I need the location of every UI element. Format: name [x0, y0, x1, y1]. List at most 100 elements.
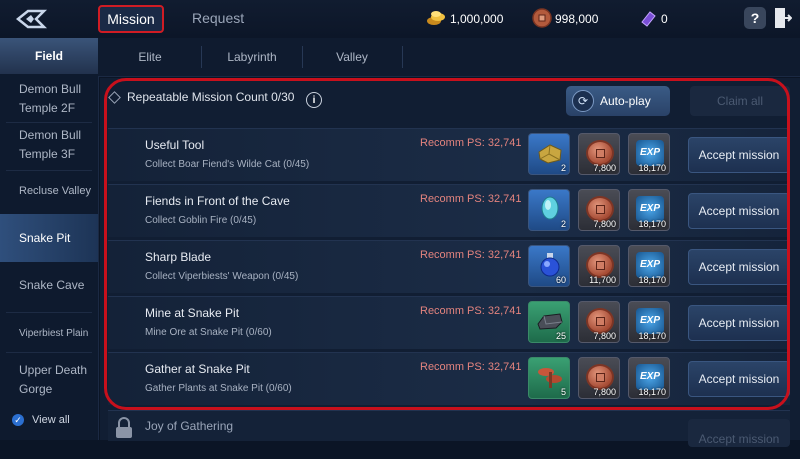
mission-title: Joy of Gathering — [145, 419, 234, 433]
locked-mission-row: Joy of Gathering Accept mission — [108, 410, 790, 447]
item-count: 60 — [555, 275, 566, 285]
accept-mission-button[interactable]: Accept mission — [688, 361, 790, 397]
accept-mission-button-disabled[interactable]: Accept mission — [688, 419, 790, 447]
mission-description: Gather Plants at Snake Pit (0/60) — [145, 383, 292, 394]
mission-description: Collect Goblin Fire (0/45) — [145, 215, 257, 226]
view-all-toggle[interactable]: ✓ View all — [12, 414, 70, 427]
sidebar-divider — [6, 312, 92, 313]
reward-coin-slot[interactable]: 7,800 — [578, 189, 620, 231]
sidebar-item-recluse-valley[interactable]: Recluse Valley — [0, 182, 98, 202]
sidebar-item-viperbiest-plain[interactable]: Viperbiest Plain — [0, 324, 98, 344]
accept-mission-button[interactable]: Accept mission — [688, 193, 790, 229]
top-bar: Mission Request 1,000,000 998,000 0 ? — [0, 0, 800, 39]
reward-coin-slot[interactable]: 7,800 — [578, 357, 620, 399]
blue-crystal-icon — [541, 196, 559, 220]
sidebar-item-demon-bull-temple-2f[interactable]: Demon Bull Temple 2F — [0, 80, 98, 120]
item-count: 2 — [560, 219, 566, 229]
sidebar-item-demon-bull-temple-3f[interactable]: Demon Bull Temple 3F — [0, 126, 98, 166]
reward-exp-slot[interactable]: EXP 18,170 — [628, 189, 670, 231]
mission-title: Fiends in Front of the Cave — [145, 194, 290, 208]
recommended-ps: Recomm PS: 32,741 — [420, 137, 522, 149]
recommended-ps: Recomm PS: 32,741 — [420, 361, 522, 373]
exit-icon[interactable] — [774, 7, 792, 29]
sidebar-divider — [6, 122, 92, 123]
reward-exp-slot[interactable]: EXP 18,170 — [628, 357, 670, 399]
help-button[interactable]: ? — [744, 7, 766, 29]
tab-labyrinth[interactable]: Labyrinth — [202, 38, 302, 76]
gold-amount: 1,000,000 — [450, 12, 504, 26]
item-count: 2 — [560, 163, 566, 173]
recommended-ps: Recomm PS: 32,741 — [420, 305, 522, 317]
back-arrow-icon[interactable] — [14, 7, 48, 31]
coin-amount: 7,800 — [593, 387, 616, 397]
coin-amount: 7,800 — [593, 331, 616, 341]
sidebar-item-snake-pit[interactable]: Snake Pit — [0, 214, 98, 262]
diamond-bullet-icon — [108, 91, 121, 105]
copper-coin-icon — [532, 8, 552, 28]
exp-amount: 18,170 — [638, 275, 666, 285]
tab-elite[interactable]: Elite — [100, 38, 200, 76]
checkmark-icon: ✓ — [12, 414, 24, 427]
tab-valley[interactable]: Valley — [302, 38, 402, 76]
exp-amount: 18,170 — [638, 387, 666, 397]
exp-amount: 18,170 — [638, 331, 666, 341]
view-all-label: View all — [32, 414, 70, 426]
recommended-ps: Recomm PS: 32,741 — [420, 249, 522, 261]
sidebar-header-field[interactable]: Field — [0, 38, 98, 74]
reward-item-slot[interactable]: 2 — [528, 133, 570, 175]
coin-amount: 7,800 — [593, 163, 616, 173]
mission-row: Gather at Snake Pit Gather Plants at Sna… — [108, 352, 790, 405]
mission-row: Mine at Snake Pit Mine Ore at Snake Pit … — [108, 296, 790, 349]
repeatable-mission-count: Repeatable Mission Count 0/30 — [108, 90, 294, 105]
mission-row: Useful Tool Collect Boar Fiend's Wilde C… — [108, 128, 790, 181]
reward-exp-slot[interactable]: EXP 18,170 — [628, 133, 670, 175]
accept-mission-button[interactable]: Accept mission — [688, 249, 790, 285]
reward-exp-slot[interactable]: EXP 18,170 — [628, 245, 670, 287]
coin-amount: 7,800 — [593, 219, 616, 229]
auto-play-icon: ⟳ — [572, 90, 594, 112]
info-icon[interactable]: i — [306, 92, 322, 108]
mission-row: Fiends in Front of the Cave Collect Gobl… — [108, 184, 790, 237]
reward-coin-slot[interactable]: 7,800 — [578, 301, 620, 343]
item-count: 25 — [555, 331, 566, 341]
reward-item-slot[interactable]: 60 — [528, 245, 570, 287]
sidebar-divider — [6, 352, 92, 353]
mission-title: Useful Tool — [145, 138, 205, 152]
ticket-amount: 0 — [661, 12, 668, 26]
auto-play-button[interactable]: ⟳ Auto-play — [566, 86, 670, 116]
sidebar-item-snake-cave[interactable]: Snake Cave — [0, 276, 98, 296]
tab-request[interactable]: Request — [192, 6, 244, 30]
copper-amount: 998,000 — [555, 12, 599, 26]
lock-icon — [116, 417, 132, 438]
mission-title: Sharp Blade — [145, 250, 212, 264]
claim-all-button[interactable]: Claim all — [690, 86, 790, 116]
reward-exp-slot[interactable]: EXP 18,170 — [628, 301, 670, 343]
tab-divider — [402, 46, 403, 68]
mission-title: Mine at Snake Pit — [145, 306, 240, 320]
accept-mission-button[interactable]: Accept mission — [688, 305, 790, 341]
purple-ticket-icon — [641, 11, 656, 27]
item-count: 5 — [560, 387, 566, 397]
reward-coin-slot[interactable]: 7,800 — [578, 133, 620, 175]
reward-item-slot[interactable]: 2 — [528, 189, 570, 231]
mission-description: Mine Ore at Snake Pit (0/60) — [145, 327, 272, 338]
mission-title: Gather at Snake Pit — [145, 362, 250, 376]
sidebar-divider — [6, 170, 92, 171]
reward-item-slot[interactable]: 5 — [528, 357, 570, 399]
reward-coin-slot[interactable]: 11,700 — [578, 245, 620, 287]
sidebar-item-upper-death-gorge[interactable]: Upper Death Gorge — [0, 361, 96, 401]
recommended-ps: Recomm PS: 32,741 — [420, 193, 522, 205]
exp-amount: 18,170 — [638, 219, 666, 229]
mission-description: Collect Viperbiests' Weapon (0/45) — [145, 271, 299, 282]
subtab-bar: Elite Labyrinth Valley — [98, 38, 800, 77]
gold-coins-icon — [427, 11, 445, 25]
tab-mission[interactable]: Mission — [98, 5, 164, 33]
exp-amount: 18,170 — [638, 163, 666, 173]
accept-mission-button[interactable]: Accept mission — [688, 137, 790, 173]
mission-description: Collect Boar Fiend's Wilde Cat (0/45) — [145, 159, 310, 170]
coin-amount: 11,700 — [589, 275, 616, 285]
reward-item-slot[interactable]: 25 — [528, 301, 570, 343]
gold-ore-icon — [538, 144, 562, 164]
mushroom-plant-icon — [538, 368, 562, 388]
mission-row: Sharp Blade Collect Viperbiests' Weapon … — [108, 240, 790, 293]
